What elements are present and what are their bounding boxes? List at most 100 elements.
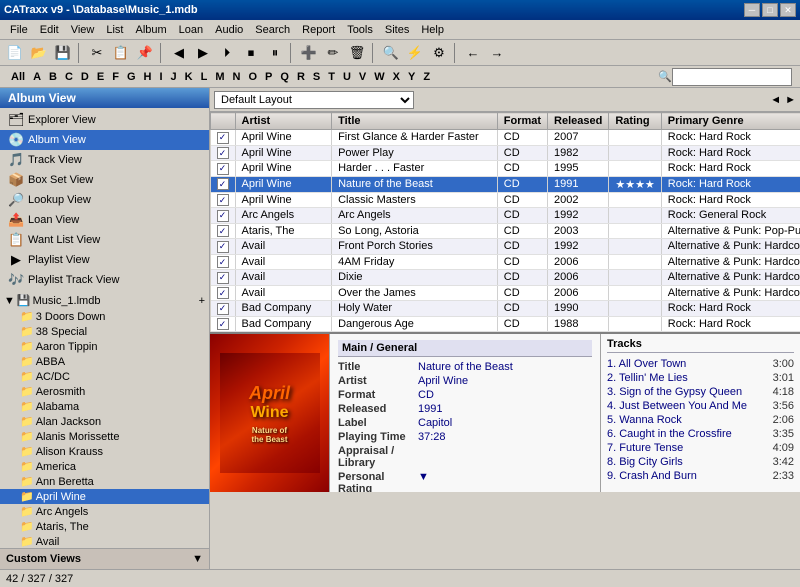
menu-item-report[interactable]: Report [296,22,341,38]
table-row[interactable]: April WineClassic MastersCD2002Rock: Har… [211,192,800,208]
menu-item-loan[interactable]: Loan [173,22,209,38]
add-icon[interactable]: ➕ [298,43,320,63]
open-icon[interactable]: 📂 [28,43,50,63]
checkbox-icon[interactable] [217,194,229,206]
search-icon[interactable]: 🔍 [380,43,402,63]
menu-item-album[interactable]: Album [129,22,172,38]
row-checkbox[interactable] [211,316,236,332]
col-released[interactable]: Released [548,113,609,130]
tree-item-avail[interactable]: 📁 Avail [0,534,209,548]
nav-playlist-view[interactable]: ▶ Playlist View [0,250,209,270]
minimize-button[interactable]: ─ [744,3,760,17]
custom-views-collapse-icon[interactable]: ▼ [192,553,203,565]
checkbox-icon[interactable] [217,256,229,268]
table-row[interactable]: AvailDixieCD2006Alternative & Punk: Hard… [211,270,800,286]
menu-item-audio[interactable]: Audio [209,22,249,38]
maximize-button[interactable]: □ [762,3,778,17]
checkbox-icon[interactable] [217,287,229,299]
alpha-g[interactable]: G [124,70,139,84]
alpha-x[interactable]: X [390,70,403,84]
row-checkbox[interactable] [211,161,236,177]
checkbox-icon[interactable] [217,178,229,190]
alpha-w[interactable]: W [371,70,387,84]
row-checkbox[interactable] [211,254,236,270]
new-icon[interactable]: 📄 [4,43,26,63]
alpha-n[interactable]: N [230,70,244,84]
settings-icon[interactable]: ⚙ [428,43,450,63]
alpha-r[interactable]: R [294,70,308,84]
row-checkbox[interactable] [211,192,236,208]
table-scroll-container[interactable]: Artist Title Format Released Rating Prim… [210,112,800,332]
tree-item-ann-beretta[interactable]: 📁 Ann Beretta [0,474,209,489]
alpha-c[interactable]: C [62,70,76,84]
alpha-s[interactable]: S [310,70,323,84]
tree-item-aaron-tippin[interactable]: 📁 Aaron Tippin [0,339,209,354]
tree-item-alabama[interactable]: 📁 Alabama [0,399,209,414]
menu-item-file[interactable]: File [4,22,34,38]
table-row[interactable]: Arc AngelsArc AngelsCD1992Rock: General … [211,208,800,224]
tree-item-alan-jackson[interactable]: 📁 Alan Jackson [0,414,209,429]
checkbox-icon[interactable] [217,303,229,315]
table-row[interactable]: April WineHarder . . . FasterCD1995Rock:… [211,161,800,177]
alpha-f[interactable]: F [109,70,122,84]
stop-icon[interactable]: ⏹ [240,43,262,63]
alpha-k[interactable]: K [182,70,196,84]
table-row[interactable]: Ataris, TheSo Long, AstoriaCD2003Alterna… [211,223,800,239]
forward-icon[interactable]: ▶ [192,43,214,63]
tree-item-3-doors-down[interactable]: 📁 3 Doors Down [0,309,209,324]
track-item[interactable]: 5. Wanna Rock2:06 [607,413,794,427]
nav-playlist-track-view[interactable]: 🎶 Playlist Track View [0,270,209,290]
track-item[interactable]: 3. Sign of the Gypsy Queen4:18 [607,385,794,399]
checkbox-icon[interactable] [217,225,229,237]
tree-item-abba[interactable]: 📁 ABBA [0,354,209,369]
scroll-left-icon[interactable]: ◄ [770,94,781,106]
window-controls[interactable]: ─ □ ✕ [744,3,796,17]
tree-item-alanis-morissette[interactable]: 📁 Alanis Morissette [0,429,209,444]
tree-item-arc-angels[interactable]: 📁 Arc Angels [0,504,209,519]
checkbox-icon[interactable] [217,147,229,159]
checkbox-icon[interactable] [217,241,229,253]
alpha-i[interactable]: I [156,70,165,84]
tree-item-april-wine[interactable]: 📁 April Wine [0,489,209,504]
track-item[interactable]: 6. Caught in the Crossfire3:35 [607,427,794,441]
tree-root-label[interactable]: Music_1.lmdb [33,295,101,307]
table-row[interactable]: AvailFront Porch StoriesCD1992Alternativ… [211,239,800,255]
delete-icon[interactable]: 🗑 [346,43,368,63]
table-row[interactable]: April WineNature of the BeastCD1991★★★★R… [211,176,800,192]
tree-item-america[interactable]: 📁 America [0,459,209,474]
col-format[interactable]: Format [497,113,547,130]
checkbox-icon[interactable] [217,318,229,330]
alpha-a[interactable]: A [30,70,44,84]
row-checkbox[interactable] [211,176,236,192]
copy-icon[interactable]: 📋 [110,43,132,63]
alpha-h[interactable]: H [141,70,155,84]
menu-item-list[interactable]: List [100,22,129,38]
left-arrow-icon[interactable]: ← [462,43,484,63]
alpha-j[interactable]: J [168,70,180,84]
row-checkbox[interactable] [211,285,236,301]
checkbox-icon[interactable] [217,272,229,284]
save-icon[interactable]: 💾 [52,43,74,63]
nav-track-view[interactable]: 🎵 Track View [0,150,209,170]
table-row[interactable]: April WineFirst Glance & Harder FasterCD… [211,130,800,146]
row-checkbox[interactable] [211,239,236,255]
checkbox-icon[interactable] [217,163,229,175]
close-button[interactable]: ✕ [780,3,796,17]
table-row[interactable]: Bad CompanyHoly WaterCD1990Rock: Hard Ro… [211,301,800,317]
menu-item-search[interactable]: Search [249,22,296,38]
alpha-t[interactable]: T [325,70,338,84]
tree-add-icon[interactable]: + [199,295,205,307]
row-checkbox[interactable] [211,301,236,317]
track-item[interactable]: 1. All Over Town3:00 [607,357,794,371]
alpha-o[interactable]: O [245,70,260,84]
menu-item-tools[interactable]: Tools [341,22,379,38]
edit-icon[interactable]: ✏ [322,43,344,63]
track-item[interactable]: 2. Tellin' Me Lies3:01 [607,371,794,385]
alpha-l[interactable]: L [198,70,211,84]
table-row[interactable]: Avail4AM FridayCD2006Alternative & Punk:… [211,254,800,270]
tree-item-alison-krauss[interactable]: 📁 Alison Krauss [0,444,209,459]
cut-icon[interactable]: ✂ [86,43,108,63]
row-checkbox[interactable] [211,208,236,224]
col-title[interactable]: Title [332,113,498,130]
table-row[interactable]: April WinePower PlayCD1982Rock: Hard Roc… [211,145,800,161]
